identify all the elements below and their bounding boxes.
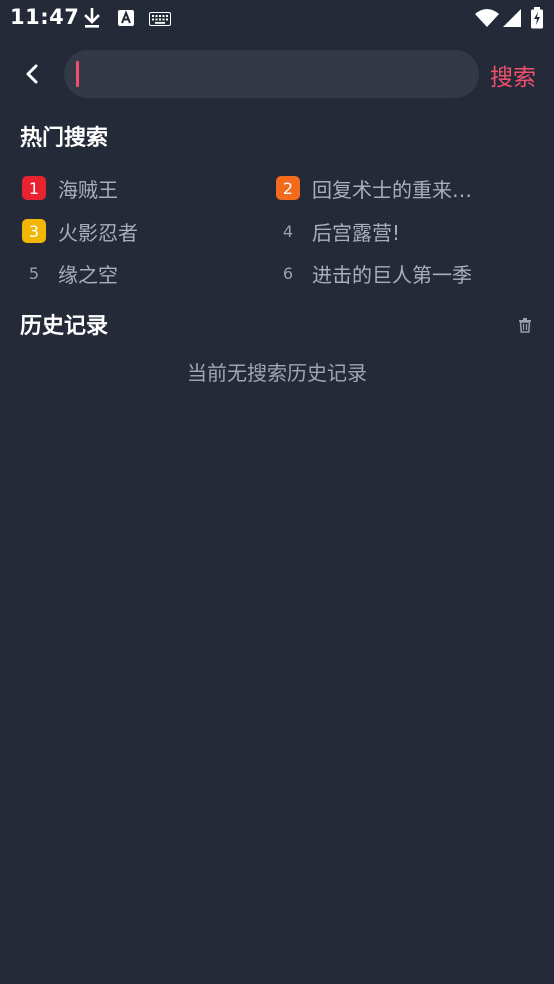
rank-badge: 3 <box>22 219 46 243</box>
keyboard-icon <box>149 12 171 26</box>
rank-number: 4 <box>282 221 294 241</box>
hot-item-text: 缘之空 <box>58 262 118 287</box>
hot-item-3[interactable]: 3 火影忍者 <box>22 216 138 246</box>
chevron-left-icon <box>26 64 38 84</box>
a-badge-icon <box>118 10 134 26</box>
hot-item-text: 火影忍者 <box>58 220 138 245</box>
hot-item-5[interactable]: 5 缘之空 <box>22 258 118 288</box>
search-box[interactable] <box>64 50 479 98</box>
signal-icon <box>503 9 521 27</box>
search-input[interactable] <box>78 50 468 98</box>
hot-item-2[interactable]: 2 回复术士的重来人生 <box>276 173 488 203</box>
hot-search-title: 热门搜索 <box>20 126 109 151</box>
status-time: 11:47 <box>10 5 80 29</box>
rank-number: 5 <box>28 263 40 283</box>
hot-item-1[interactable]: 1 海贼王 <box>22 173 118 203</box>
trash-icon <box>519 318 531 333</box>
hot-item-6[interactable]: 6 进击的巨人第一季 <box>276 258 472 288</box>
empty-history-text: 当前无搜索历史记录 <box>187 361 367 385</box>
download-icon <box>84 8 100 28</box>
hot-item-text: 后宫露营! <box>312 220 401 245</box>
hot-item-text: 回复术士的重来人生 <box>312 177 488 202</box>
hot-item-text: 海贼王 <box>58 177 118 202</box>
rank-badge: 2 <box>276 176 300 200</box>
rank-number: 6 <box>282 263 294 283</box>
clear-history-button[interactable] <box>515 315 535 335</box>
rank-badge: 1 <box>22 176 46 200</box>
hot-item-4[interactable]: 4 后宫露营! <box>276 216 400 246</box>
wifi-icon <box>475 9 499 27</box>
back-button[interactable] <box>16 58 48 90</box>
hot-item-text: 进击的巨人第一季 <box>312 262 472 287</box>
search-page: 11:47 搜索 热门搜索 1 海贼王 2 回复术士的重来人生 3 火影忍者 4… <box>0 0 554 984</box>
status-bar: 11:47 <box>0 0 554 36</box>
history-title: 历史记录 <box>20 314 109 339</box>
search-button[interactable]: 搜索 <box>490 58 536 92</box>
battery-icon <box>531 7 543 29</box>
